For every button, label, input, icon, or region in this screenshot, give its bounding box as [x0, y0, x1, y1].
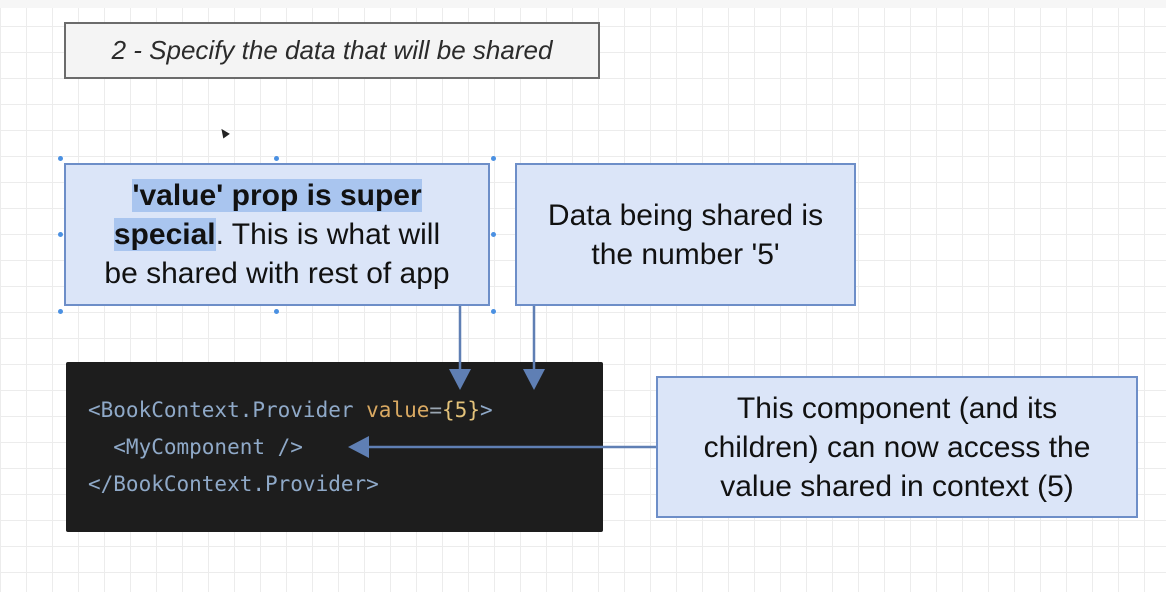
arrow-value-prop-head — [449, 369, 471, 390]
arrow-component-head — [348, 436, 369, 458]
arrow-data-shared-head — [523, 369, 545, 390]
connector-arrows — [348, 306, 656, 458]
